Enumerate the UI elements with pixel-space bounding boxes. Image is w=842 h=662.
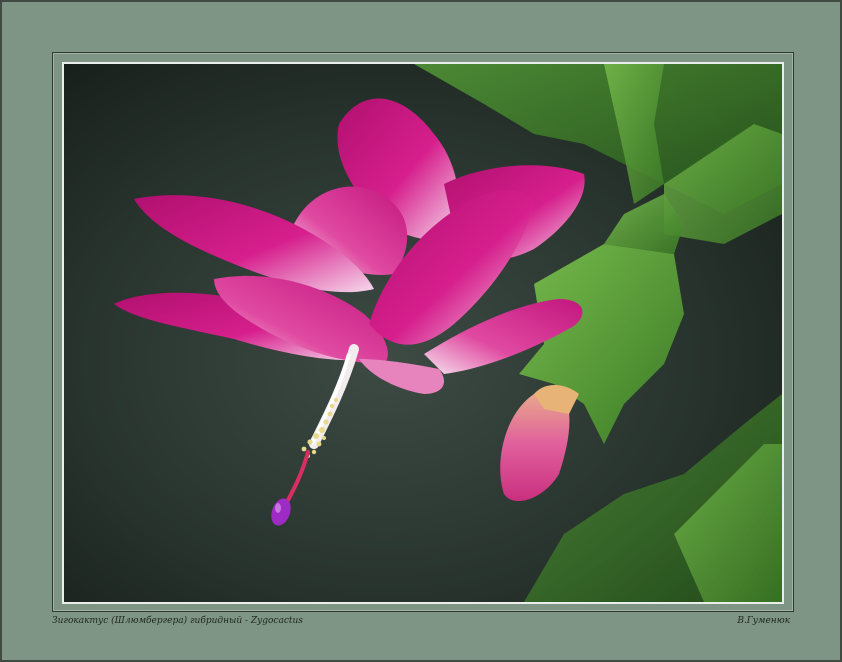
flower-photo bbox=[64, 64, 782, 602]
photo-caption-author: В.Гуменюк bbox=[737, 616, 790, 626]
photo-mount: Зигокактус (Шлюмбергера) гибридный - Zyg… bbox=[0, 0, 842, 662]
photo-frame bbox=[62, 62, 784, 604]
photo-caption-title: Зигокактус (Шлюмбергера) гибридный - Zyg… bbox=[52, 616, 303, 626]
